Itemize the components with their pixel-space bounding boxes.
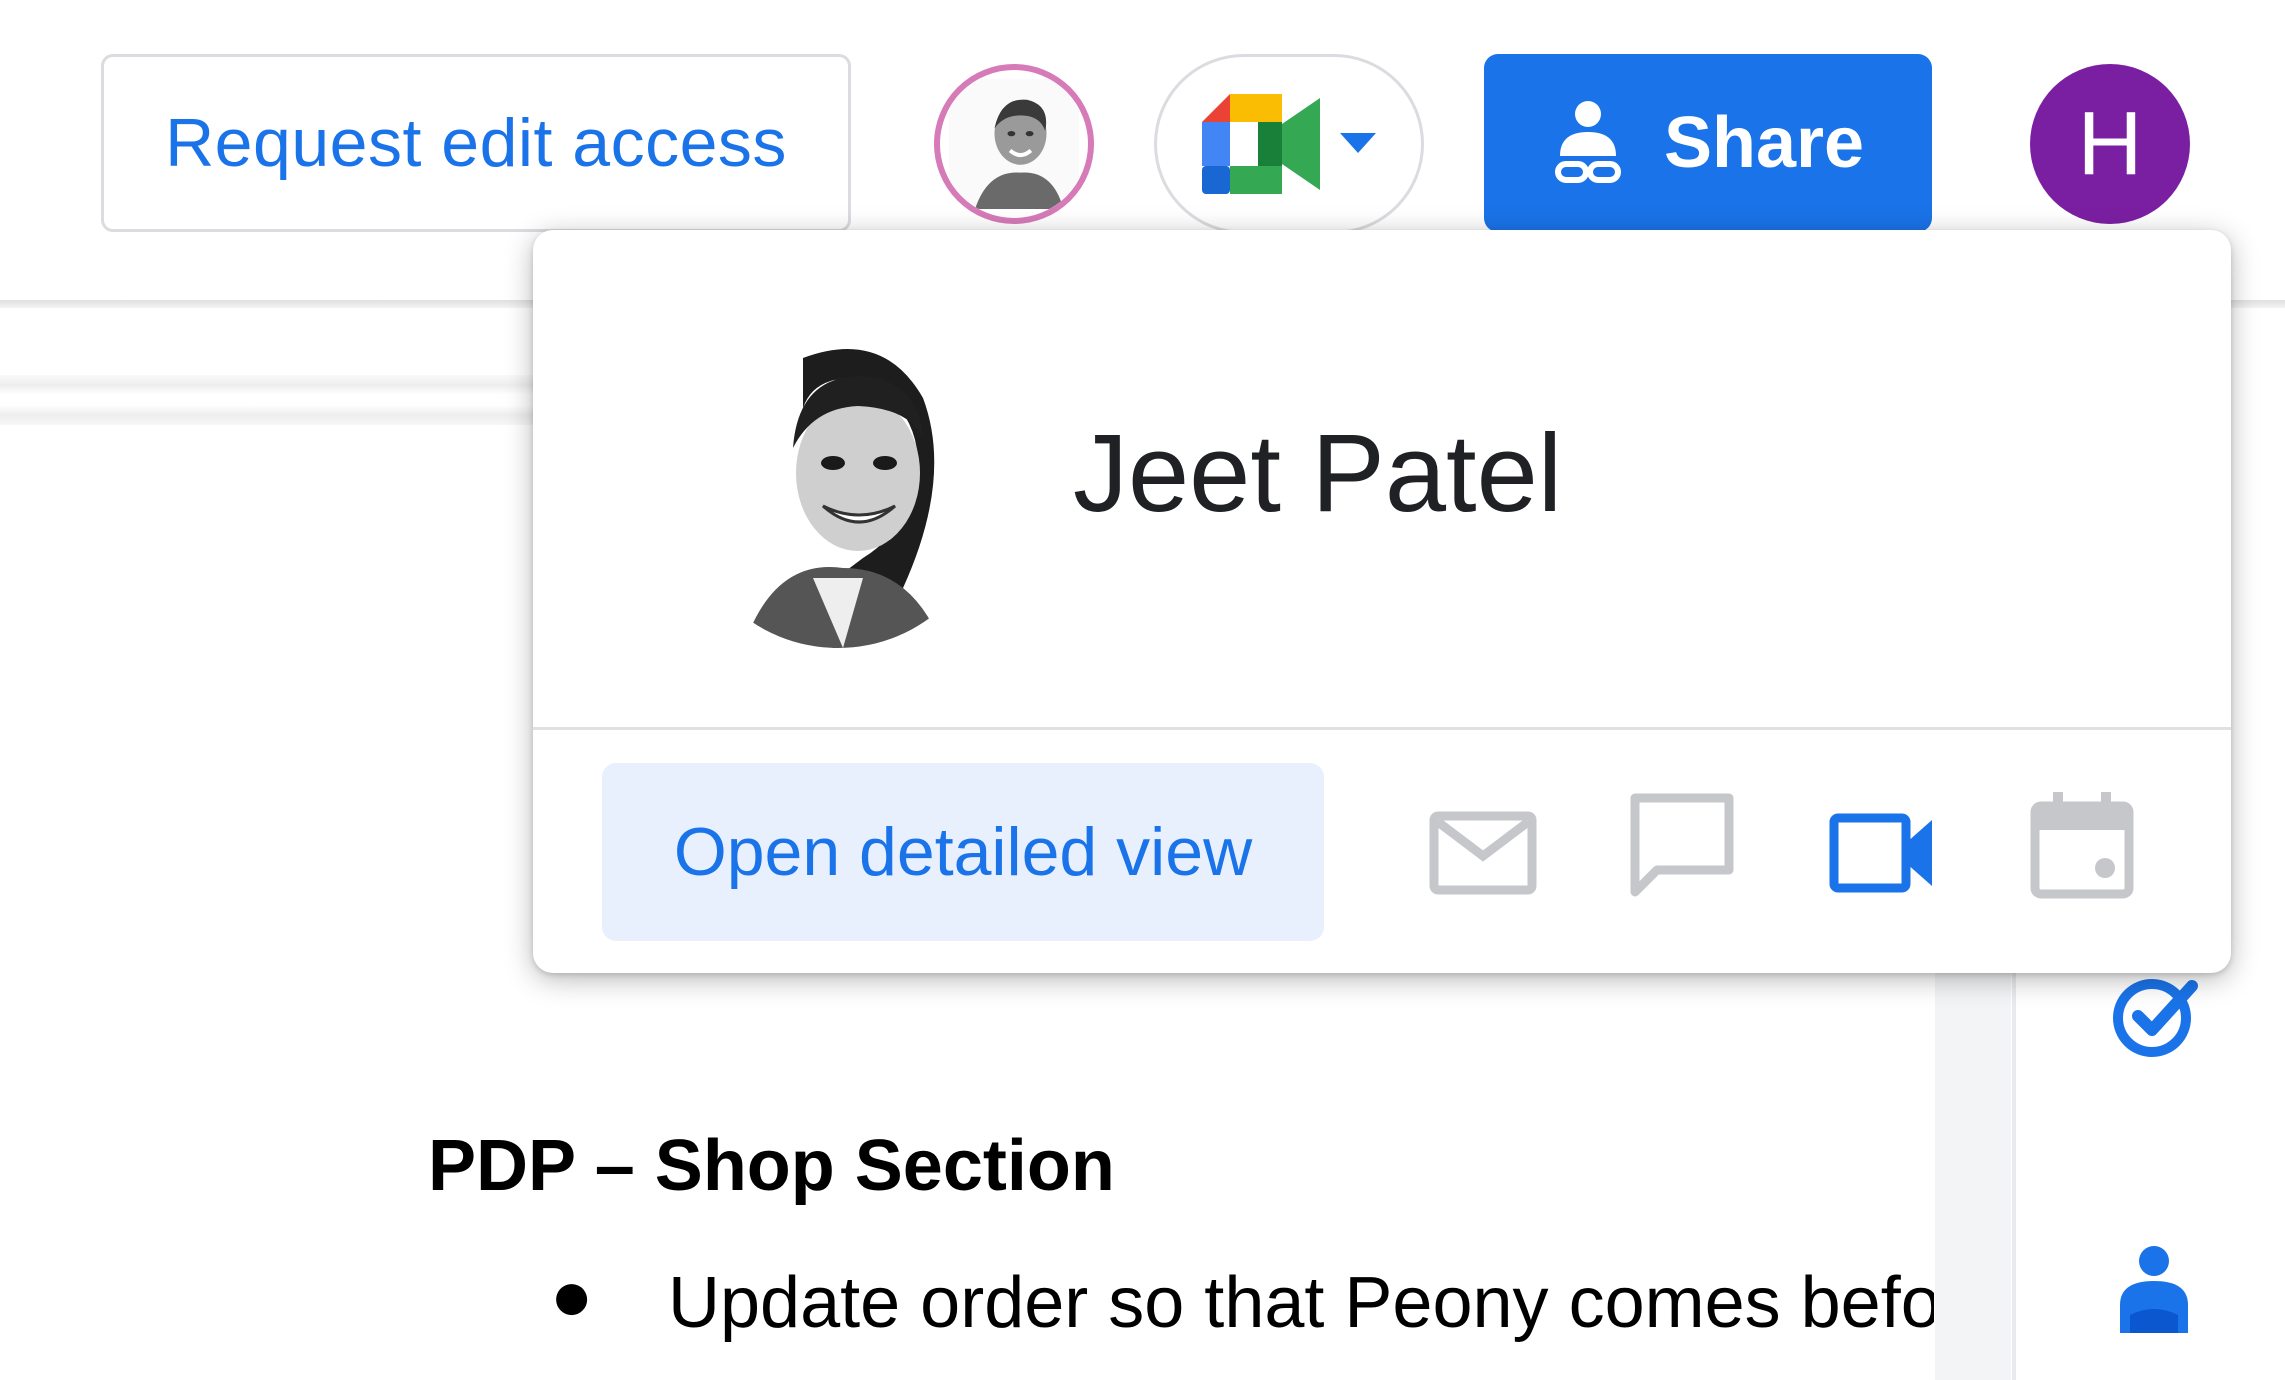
bullet-marker: ● xyxy=(550,1256,594,1336)
open-detailed-view-button[interactable]: Open detailed view xyxy=(602,763,1324,941)
collaborator-avatar[interactable] xyxy=(934,64,1094,224)
meet-icon xyxy=(1202,94,1320,194)
chat-icon[interactable] xyxy=(1627,790,1737,900)
video-call-icon[interactable] xyxy=(1828,798,1938,908)
account-avatar[interactable]: H xyxy=(2030,64,2190,224)
collaborator-photo xyxy=(949,79,1079,209)
meet-button[interactable] xyxy=(1154,54,1424,234)
calendar-icon[interactable] xyxy=(2027,790,2137,900)
account-initial: H xyxy=(2077,93,2143,194)
open-detailed-view-label: Open detailed view xyxy=(673,814,1253,890)
profile-photo xyxy=(683,338,993,648)
share-label: Share xyxy=(1663,103,1865,183)
profile-name: Jeet Patel xyxy=(1073,412,1563,535)
mail-icon[interactable] xyxy=(1428,798,1538,908)
bullet-text[interactable]: Update order so that Peony comes befo xyxy=(668,1262,1934,1344)
share-person-icon xyxy=(1554,101,1621,183)
document-heading: PDP – Shop Section xyxy=(428,1126,1115,1206)
contacts-icon[interactable] xyxy=(2114,1245,2194,1333)
chevron-down-icon xyxy=(1340,133,1376,153)
request-edit-access-button[interactable]: Request edit access xyxy=(101,54,851,232)
profile-card-popup: Jeet Patel Open detailed view xyxy=(533,230,2231,973)
tasks-icon[interactable] xyxy=(2110,970,2202,1062)
profile-photo-image xyxy=(683,338,993,648)
popup-divider xyxy=(533,727,2231,730)
share-button[interactable]: Share xyxy=(1484,54,1932,232)
request-edit-access-label: Request edit access xyxy=(165,105,787,181)
scrollbar-track[interactable] xyxy=(1935,960,2011,1380)
